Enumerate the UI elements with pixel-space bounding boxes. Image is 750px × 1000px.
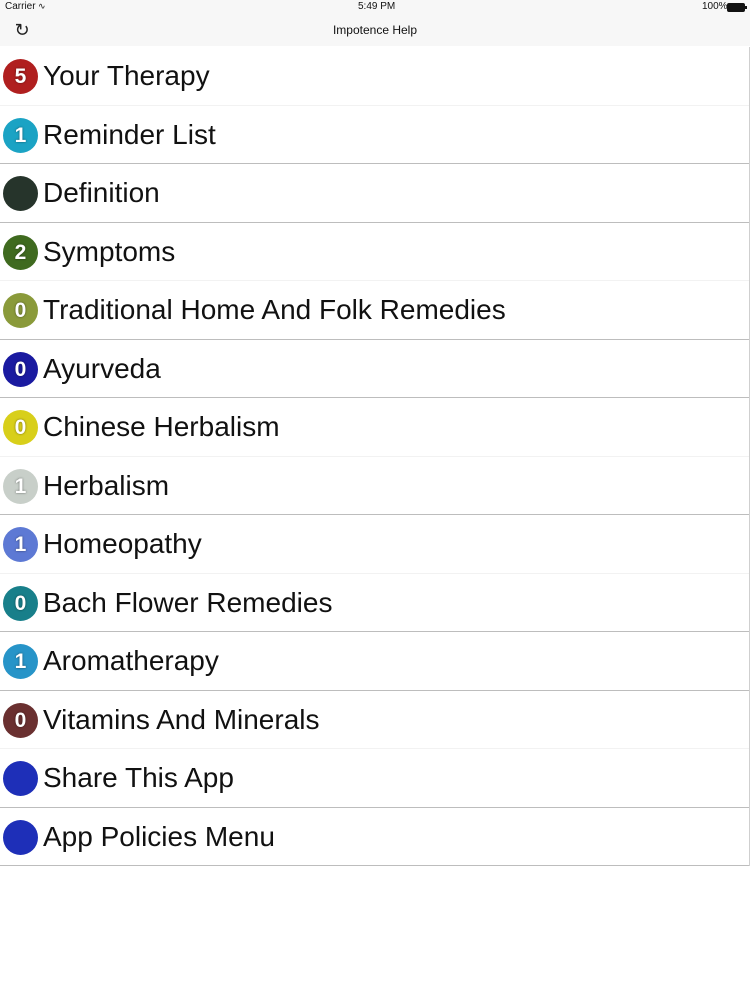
list-item-label: Definition — [43, 177, 160, 208]
category-dot-icon — [3, 819, 38, 855]
list-item-label: Bach Flower Remedies — [43, 586, 333, 618]
category-dot-icon — [3, 761, 38, 796]
list-item-label: Ayurveda — [43, 352, 161, 384]
count-badge: 1 — [3, 527, 38, 562]
list-item-app-policies-menu[interactable]: App Policies Menu — [0, 808, 749, 866]
wifi-icon: ∿ — [38, 1, 46, 11]
count-badge: 2 — [3, 234, 38, 270]
list-item-reminder-list[interactable]: 1 Reminder List — [0, 106, 749, 164]
list-item-label: Symptoms — [43, 235, 176, 267]
list-item-share-this-app[interactable]: Share This App — [0, 749, 749, 808]
status-bar: Carrier ∿ 5:49 PM 100% — [0, 0, 750, 16]
list-item-definition[interactable]: Definition — [0, 164, 749, 223]
list-item-chinese-herbalism[interactable]: 0 Chinese Herbalism — [0, 398, 749, 457]
list-item-label: Reminder List — [43, 118, 216, 150]
menu-list: 5 Your Therapy 1 Reminder List Definitio… — [0, 47, 750, 866]
list-item-label: App Policies Menu — [43, 820, 275, 852]
count-badge: 1 — [3, 468, 38, 504]
list-item-traditional-remedies[interactable]: 0 Traditional Home And Folk Remedies — [0, 281, 749, 340]
count-badge: 0 — [3, 702, 38, 738]
battery-icon — [727, 3, 747, 12]
list-item-label: Your Therapy — [43, 60, 210, 91]
list-item-herbalism[interactable]: 1 Herbalism — [0, 457, 749, 515]
list-item-symptoms[interactable]: 2 Symptoms — [0, 223, 749, 281]
count-badge: 0 — [3, 585, 38, 621]
count-badge: 0 — [3, 351, 38, 387]
list-item-vitamins-and-minerals[interactable]: 0 Vitamins And Minerals — [0, 691, 749, 749]
list-item-label: Vitamins And Minerals — [43, 703, 320, 735]
count-badge: 1 — [3, 117, 38, 153]
list-item-bach-flower-remedies[interactable]: 0 Bach Flower Remedies — [0, 574, 749, 632]
list-item-label: Aromatherapy — [43, 645, 219, 676]
list-item-label: Chinese Herbalism — [43, 411, 280, 442]
navigation-bar: ↻ Impotence Help — [0, 16, 750, 46]
carrier-label: Carrier — [5, 1, 36, 12]
count-badge: 5 — [3, 59, 38, 94]
count-badge: 0 — [3, 410, 38, 445]
status-time: 5:49 PM — [358, 1, 396, 12]
list-item-your-therapy[interactable]: 5 Your Therapy — [0, 47, 749, 106]
list-item-label: Homeopathy — [43, 528, 202, 559]
list-item-ayurveda[interactable]: 0 Ayurveda — [0, 340, 749, 398]
page-title: Impotence Help — [332, 23, 418, 37]
list-item-label: Traditional Home And Folk Remedies — [43, 294, 506, 325]
category-dot-icon — [3, 176, 38, 211]
list-item-aromatherapy[interactable]: 1 Aromatherapy — [0, 632, 749, 691]
list-item-label: Herbalism — [43, 469, 170, 501]
count-badge: 0 — [3, 293, 38, 328]
count-badge: 1 — [3, 644, 38, 679]
battery-percent: 100% — [702, 1, 728, 12]
list-item-label: Share This App — [43, 762, 234, 793]
list-item-homeopathy[interactable]: 1 Homeopathy — [0, 515, 749, 574]
